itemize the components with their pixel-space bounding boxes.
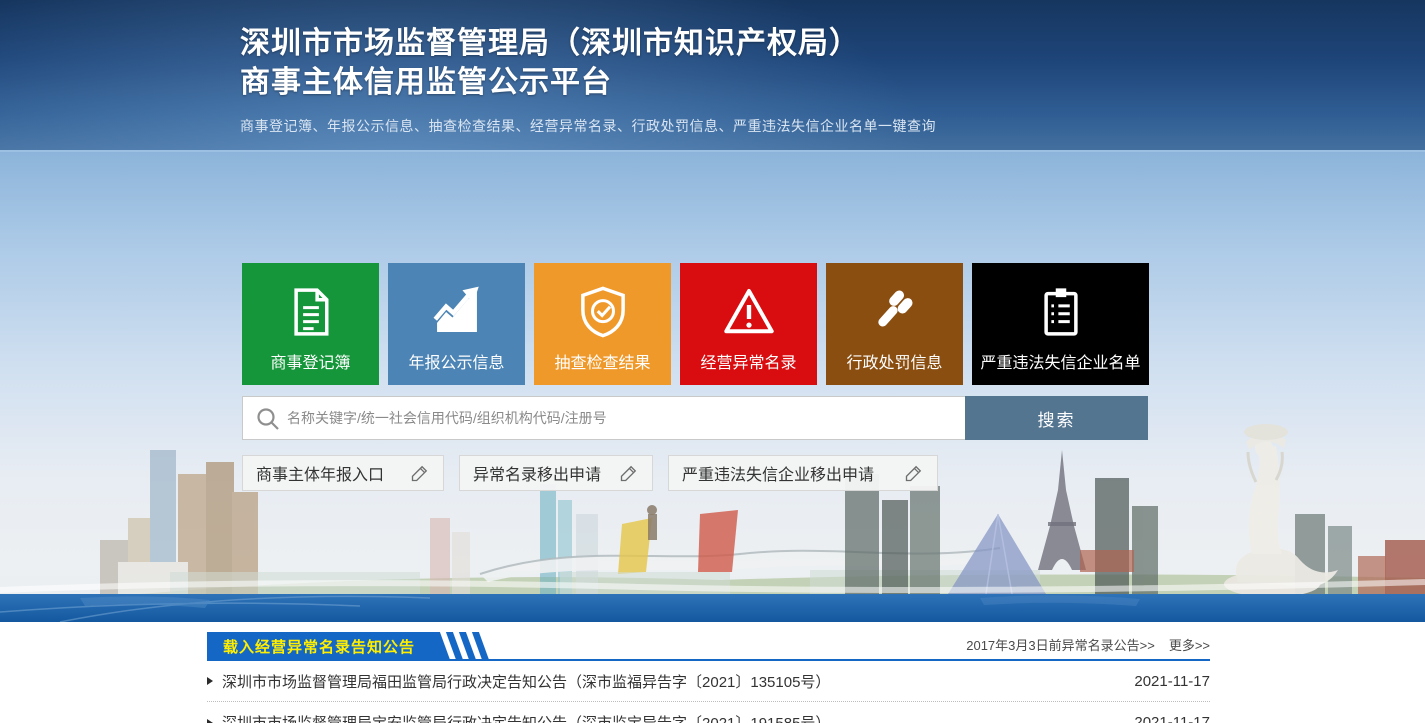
- quick-link-label: 异常名录移出申请: [473, 461, 601, 485]
- tile-abnormal-list[interactable]: 经营异常名录: [680, 263, 817, 385]
- tile-label: 商事登记簿: [270, 349, 350, 373]
- announcement-title: 深圳市市场监督管理局福田监管局行政决定告知公告（深市监福异告字〔2021〕135…: [222, 671, 830, 692]
- portal-page: 深圳市市场监督管理局（深圳市知识产权局） 商事主体信用监管公示平台 商事登记簿、…: [0, 0, 1425, 723]
- serious-violation-removal-button[interactable]: 严重违法失信企业移出申请: [668, 455, 938, 491]
- tile-serious-violation-list[interactable]: 严重违法失信企业名单: [972, 263, 1149, 385]
- pencil-icon: [904, 463, 924, 483]
- site-title-line2: 商事主体信用监管公示平台: [240, 63, 936, 102]
- site-header: 深圳市市场监督管理局（深圳市知识产权局） 商事主体信用监管公示平台 商事登记簿、…: [0, 0, 1425, 152]
- announcement-header: 载入经营异常名录告知公告 2017年3月3日前异常名录公告>> 更多>>: [207, 633, 1210, 661]
- more-link[interactable]: 更多>>: [1169, 635, 1210, 654]
- announcement-link[interactable]: 深圳市市场监督管理局宝安监管局行政决定告知公告（深市监宝异告字〔2021〕191…: [207, 712, 830, 723]
- site-subtitle: 商事登记簿、年报公示信息、抽查检查结果、经营异常名录、行政处罚信息、严重违法失信…: [240, 116, 936, 136]
- pencil-icon: [410, 463, 430, 483]
- category-tiles: 商事登记簿 年报公示信息: [242, 263, 1149, 385]
- tile-annual-report[interactable]: 年报公示信息: [388, 263, 525, 385]
- bullet-arrow-icon: [207, 677, 213, 685]
- pre-2017-archive-link[interactable]: 2017年3月3日前异常名录公告>>: [966, 635, 1155, 654]
- pencil-icon: [619, 463, 639, 483]
- cityscape-illustration: [0, 422, 1425, 622]
- abnormal-list-removal-button[interactable]: 异常名录移出申请: [459, 455, 653, 491]
- quick-links: 商事主体年报入口 异常名录移出申请 严重违法失信企业移出申请: [242, 455, 938, 491]
- warning-triangle-icon: [721, 281, 777, 343]
- announcement-section: 载入经营异常名录告知公告 2017年3月3日前异常名录公告>> 更多>> 深圳市…: [0, 622, 1425, 723]
- tile-label: 年报公示信息: [408, 349, 504, 373]
- announcement-banner: 载入经营异常名录告知公告: [207, 632, 484, 660]
- tile-admin-penalty[interactable]: 行政处罚信息: [826, 263, 963, 385]
- blacklist-clipboard-icon: [1033, 281, 1089, 343]
- announcement-row: 深圳市市场监督管理局宝安监管局行政决定告知公告（深市监宝异告字〔2021〕191…: [207, 702, 1210, 723]
- shield-check-icon: [575, 281, 631, 343]
- hero-banner-scene: 商事登记簿 年报公示信息: [0, 152, 1425, 622]
- quick-link-label: 商事主体年报入口: [256, 461, 384, 485]
- register-book-icon: [283, 281, 339, 343]
- search-button[interactable]: 搜索: [965, 396, 1148, 440]
- tile-label: 经营异常名录: [700, 349, 796, 373]
- announcement-section-title: 载入经营异常名录告知公告: [207, 632, 435, 660]
- search-input[interactable]: [243, 397, 965, 439]
- gavel-icon: [867, 281, 923, 343]
- announcement-link[interactable]: 深圳市市场监督管理局福田监管局行政决定告知公告（深市监福异告字〔2021〕135…: [207, 671, 830, 692]
- tile-label: 抽查检查结果: [554, 349, 650, 373]
- search-icon: [255, 406, 281, 432]
- bullet-arrow-icon: [207, 719, 213, 723]
- announcement-date: 2021-11-17: [1134, 714, 1210, 723]
- annual-report-entry-button[interactable]: 商事主体年报入口: [242, 455, 444, 491]
- tile-label: 严重违法失信企业名单: [980, 349, 1140, 373]
- announcement-title: 深圳市市场监督管理局宝安监管局行政决定告知公告（深市监宝异告字〔2021〕191…: [222, 712, 830, 723]
- search-box: [242, 396, 965, 440]
- tile-spot-check[interactable]: 抽查检查结果: [534, 263, 671, 385]
- site-title-line1: 深圳市市场监督管理局（深圳市知识产权局）: [240, 24, 936, 63]
- announcement-date: 2021-11-17: [1134, 673, 1210, 690]
- search-bar: 搜索: [242, 396, 1148, 440]
- tile-business-register[interactable]: 商事登记簿: [242, 263, 379, 385]
- announcement-row: 深圳市市场监督管理局福田监管局行政决定告知公告（深市监福异告字〔2021〕135…: [207, 661, 1210, 702]
- annual-report-chart-icon: [428, 281, 486, 343]
- tile-label: 行政处罚信息: [846, 349, 942, 373]
- quick-link-label: 严重违法失信企业移出申请: [682, 461, 874, 485]
